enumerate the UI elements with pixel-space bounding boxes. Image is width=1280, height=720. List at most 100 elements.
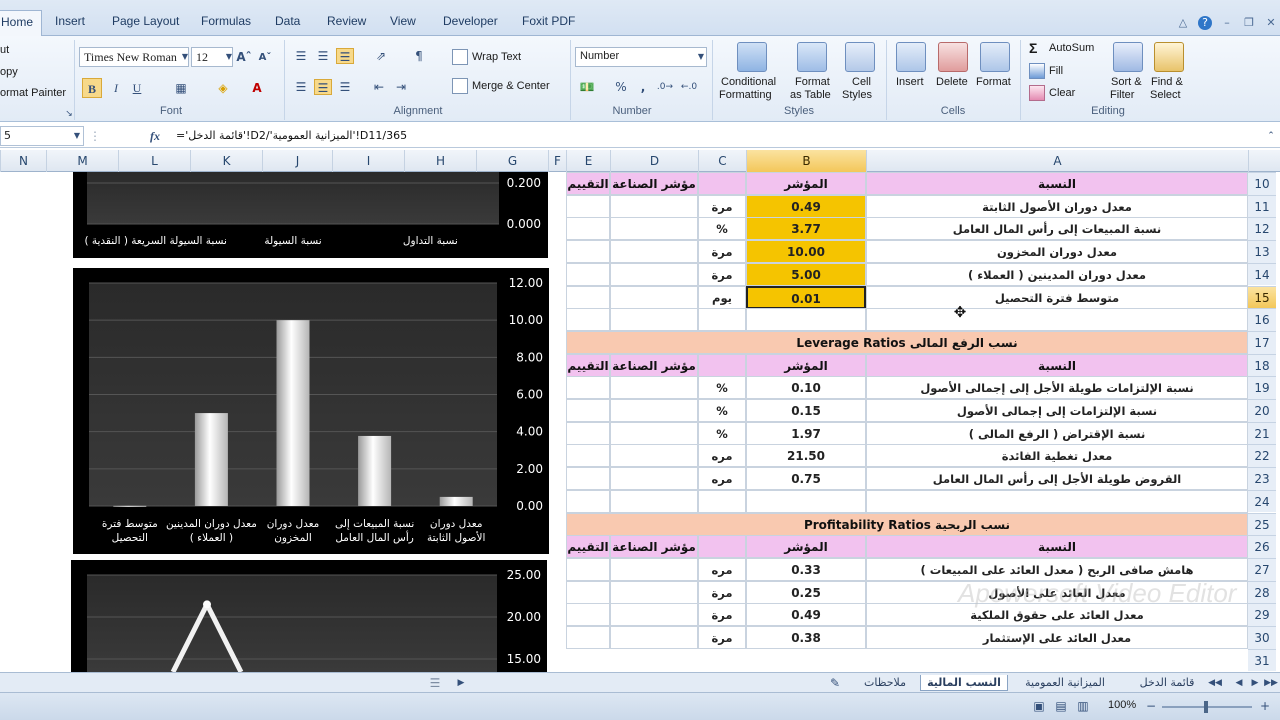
align-middle-icon[interactable]: ☰ — [314, 48, 332, 64]
page-break-view-icon[interactable]: ▥ — [1074, 698, 1092, 714]
industry-cell[interactable] — [610, 467, 698, 491]
industry-cell[interactable] — [610, 262, 698, 286]
row-header-14[interactable]: 14 — [1248, 262, 1276, 286]
find-select-label-2[interactable]: Select — [1150, 89, 1181, 101]
conditional-formatting-label[interactable]: Conditional — [721, 76, 776, 88]
row-header-25[interactable]: 25 — [1248, 512, 1276, 536]
indicator-value-cell[interactable]: 21.50 — [746, 444, 866, 468]
evaluation-cell[interactable] — [566, 285, 610, 309]
sort-filter-icon[interactable] — [1113, 42, 1143, 72]
shrink-font-icon[interactable]: Aˇ — [256, 50, 274, 66]
minimize-ribbon-icon[interactable]: △ — [1176, 16, 1190, 30]
cut-button[interactable]: ut — [0, 44, 9, 56]
indicator-value-cell[interactable]: 0.75 — [746, 467, 866, 491]
fill-color-icon[interactable]: ◈ — [214, 80, 232, 96]
ratio-name-cell[interactable]: معدل دوران الأصول الثابتة — [866, 194, 1248, 218]
row-header-22[interactable]: 22 — [1248, 444, 1276, 468]
unit-cell[interactable]: % — [698, 399, 746, 422]
row-header-27[interactable]: 27 — [1248, 557, 1276, 581]
window-minimize-icon[interactable]: – — [1220, 16, 1234, 30]
unit-cell[interactable]: مرة — [698, 194, 746, 218]
cell-styles-icon[interactable] — [845, 42, 875, 72]
percent-style-button[interactable]: % — [612, 79, 630, 95]
ratio-name-cell[interactable]: معدل دوران المخزون — [866, 240, 1248, 264]
window-restore-icon[interactable]: ❐ — [1242, 16, 1256, 30]
unit-cell[interactable]: مرة — [698, 603, 746, 627]
ratio-name-cell[interactable]: معدل دوران المدينين ( العملاء ) — [866, 262, 1248, 286]
indicator-value-cell[interactable]: 0.10 — [746, 376, 866, 400]
ratio-name-cell[interactable]: نسبة المبيعات إلى رأس المال العامل — [866, 217, 1248, 241]
bold-button[interactable]: B — [82, 78, 102, 98]
unit-cell[interactable]: مرة — [698, 626, 746, 649]
row-header-21[interactable]: 21 — [1248, 421, 1276, 445]
cell-styles-label[interactable]: Cell — [852, 76, 871, 88]
help-icon[interactable]: ? — [1198, 16, 1212, 30]
unit-cell[interactable]: مرة — [698, 580, 746, 604]
header-evaluation-activity[interactable]: التقييم — [566, 172, 610, 195]
evaluation-cell[interactable] — [566, 376, 610, 400]
evaluation-cell[interactable] — [566, 557, 610, 581]
industry-cell[interactable] — [610, 626, 698, 649]
insert-cells-label[interactable]: Insert — [896, 76, 924, 88]
merge-center-button[interactable]: Merge & Center — [452, 76, 550, 96]
sort-filter-label[interactable]: Sort & — [1111, 76, 1142, 88]
tab-review[interactable]: Review — [327, 14, 366, 28]
evaluation-cell[interactable] — [566, 262, 610, 286]
column-header-j[interactable]: J — [262, 150, 332, 172]
tab-formulas[interactable]: Formulas — [201, 14, 251, 28]
indicator-value-cell[interactable]: 0.33 — [746, 557, 866, 581]
evaluation-cell[interactable] — [566, 194, 610, 218]
tab-home[interactable]: Home — [0, 10, 43, 36]
font-name-select[interactable]: Times New Roman — [79, 47, 189, 67]
row-header-12[interactable]: 12 — [1248, 217, 1276, 241]
header-ratio-activity[interactable]: النسبة — [866, 172, 1248, 195]
number-format-select[interactable]: Number — [575, 47, 707, 67]
format-as-table-label-2[interactable]: as Table — [790, 89, 831, 101]
unit-cell[interactable]: مره — [698, 444, 746, 468]
industry-cell[interactable] — [610, 603, 698, 627]
liquidity-chart[interactable]: 0.0000.2000.400نسبة التداولنسبة السيولةن… — [73, 172, 548, 258]
column-header-g[interactable]: G — [476, 150, 548, 172]
column-header-f[interactable]: F — [548, 150, 566, 172]
industry-cell[interactable] — [610, 580, 698, 604]
sheet-tab-financial-ratios[interactable]: النسب المالية — [920, 675, 1008, 691]
column-header-c[interactable]: C — [698, 150, 746, 172]
empty-cell[interactable] — [746, 489, 866, 513]
row-header-15[interactable]: 15 — [1248, 285, 1276, 309]
evaluation-cell[interactable] — [566, 626, 610, 649]
orientation-icon[interactable]: ⇗ — [372, 48, 390, 64]
section-title-profitability[interactable]: Profitability Ratios نسب الربحية — [566, 512, 1248, 536]
zoom-in-icon[interactable]: + — [1256, 698, 1274, 714]
italic-button[interactable]: I — [107, 80, 125, 96]
empty-cell[interactable] — [610, 308, 698, 332]
autosum-button[interactable]: Σ AutoSum — [1029, 38, 1094, 58]
empty-cell[interactable] — [566, 489, 610, 513]
evaluation-cell[interactable] — [566, 580, 610, 604]
delete-cells-icon[interactable] — [938, 42, 968, 72]
evaluation-cell[interactable] — [566, 603, 610, 627]
evaluation-cell[interactable] — [566, 467, 610, 491]
industry-cell[interactable] — [610, 376, 698, 400]
align-bottom-icon[interactable]: ☰ — [336, 48, 354, 64]
indicator-value-cell[interactable]: 1.97 — [746, 421, 866, 445]
header-indicator-leverage[interactable]: المؤشر — [746, 353, 866, 377]
evaluation-cell[interactable] — [566, 240, 610, 264]
align-right-icon[interactable]: ☰ — [336, 79, 354, 95]
ratio-name-cell[interactable]: نسبة الإلتزامات طويلة الأجل إلى إجمالى ا… — [866, 376, 1248, 400]
increase-decimal-icon[interactable]: .0→ — [656, 79, 674, 95]
indicator-value-cell[interactable]: 5.00 — [746, 262, 866, 286]
ratio-name-cell[interactable]: نسبة الإلتزامات إلى إجمالى الأصول — [866, 399, 1248, 422]
ratio-name-cell[interactable]: القروض طويلة الأجل إلى رأس المال العامل — [866, 467, 1248, 491]
indicator-value-cell[interactable]: 0.01 — [746, 285, 866, 309]
industry-cell[interactable] — [610, 285, 698, 309]
header-unit-profitability[interactable] — [698, 535, 746, 559]
column-header-n[interactable]: N — [0, 150, 46, 172]
row-header-28[interactable]: 28 — [1248, 580, 1276, 604]
wrap-text-button[interactable]: Wrap Text — [452, 47, 521, 67]
decrease-decimal-icon[interactable]: ←.0 — [680, 79, 698, 95]
column-header-l[interactable]: L — [118, 150, 190, 172]
header-evaluation-leverage[interactable]: التقييم — [566, 353, 610, 377]
copy-button[interactable]: opy — [0, 66, 18, 78]
column-header-d[interactable]: D — [610, 150, 698, 172]
window-close-icon[interactable]: ✕ — [1264, 16, 1278, 30]
